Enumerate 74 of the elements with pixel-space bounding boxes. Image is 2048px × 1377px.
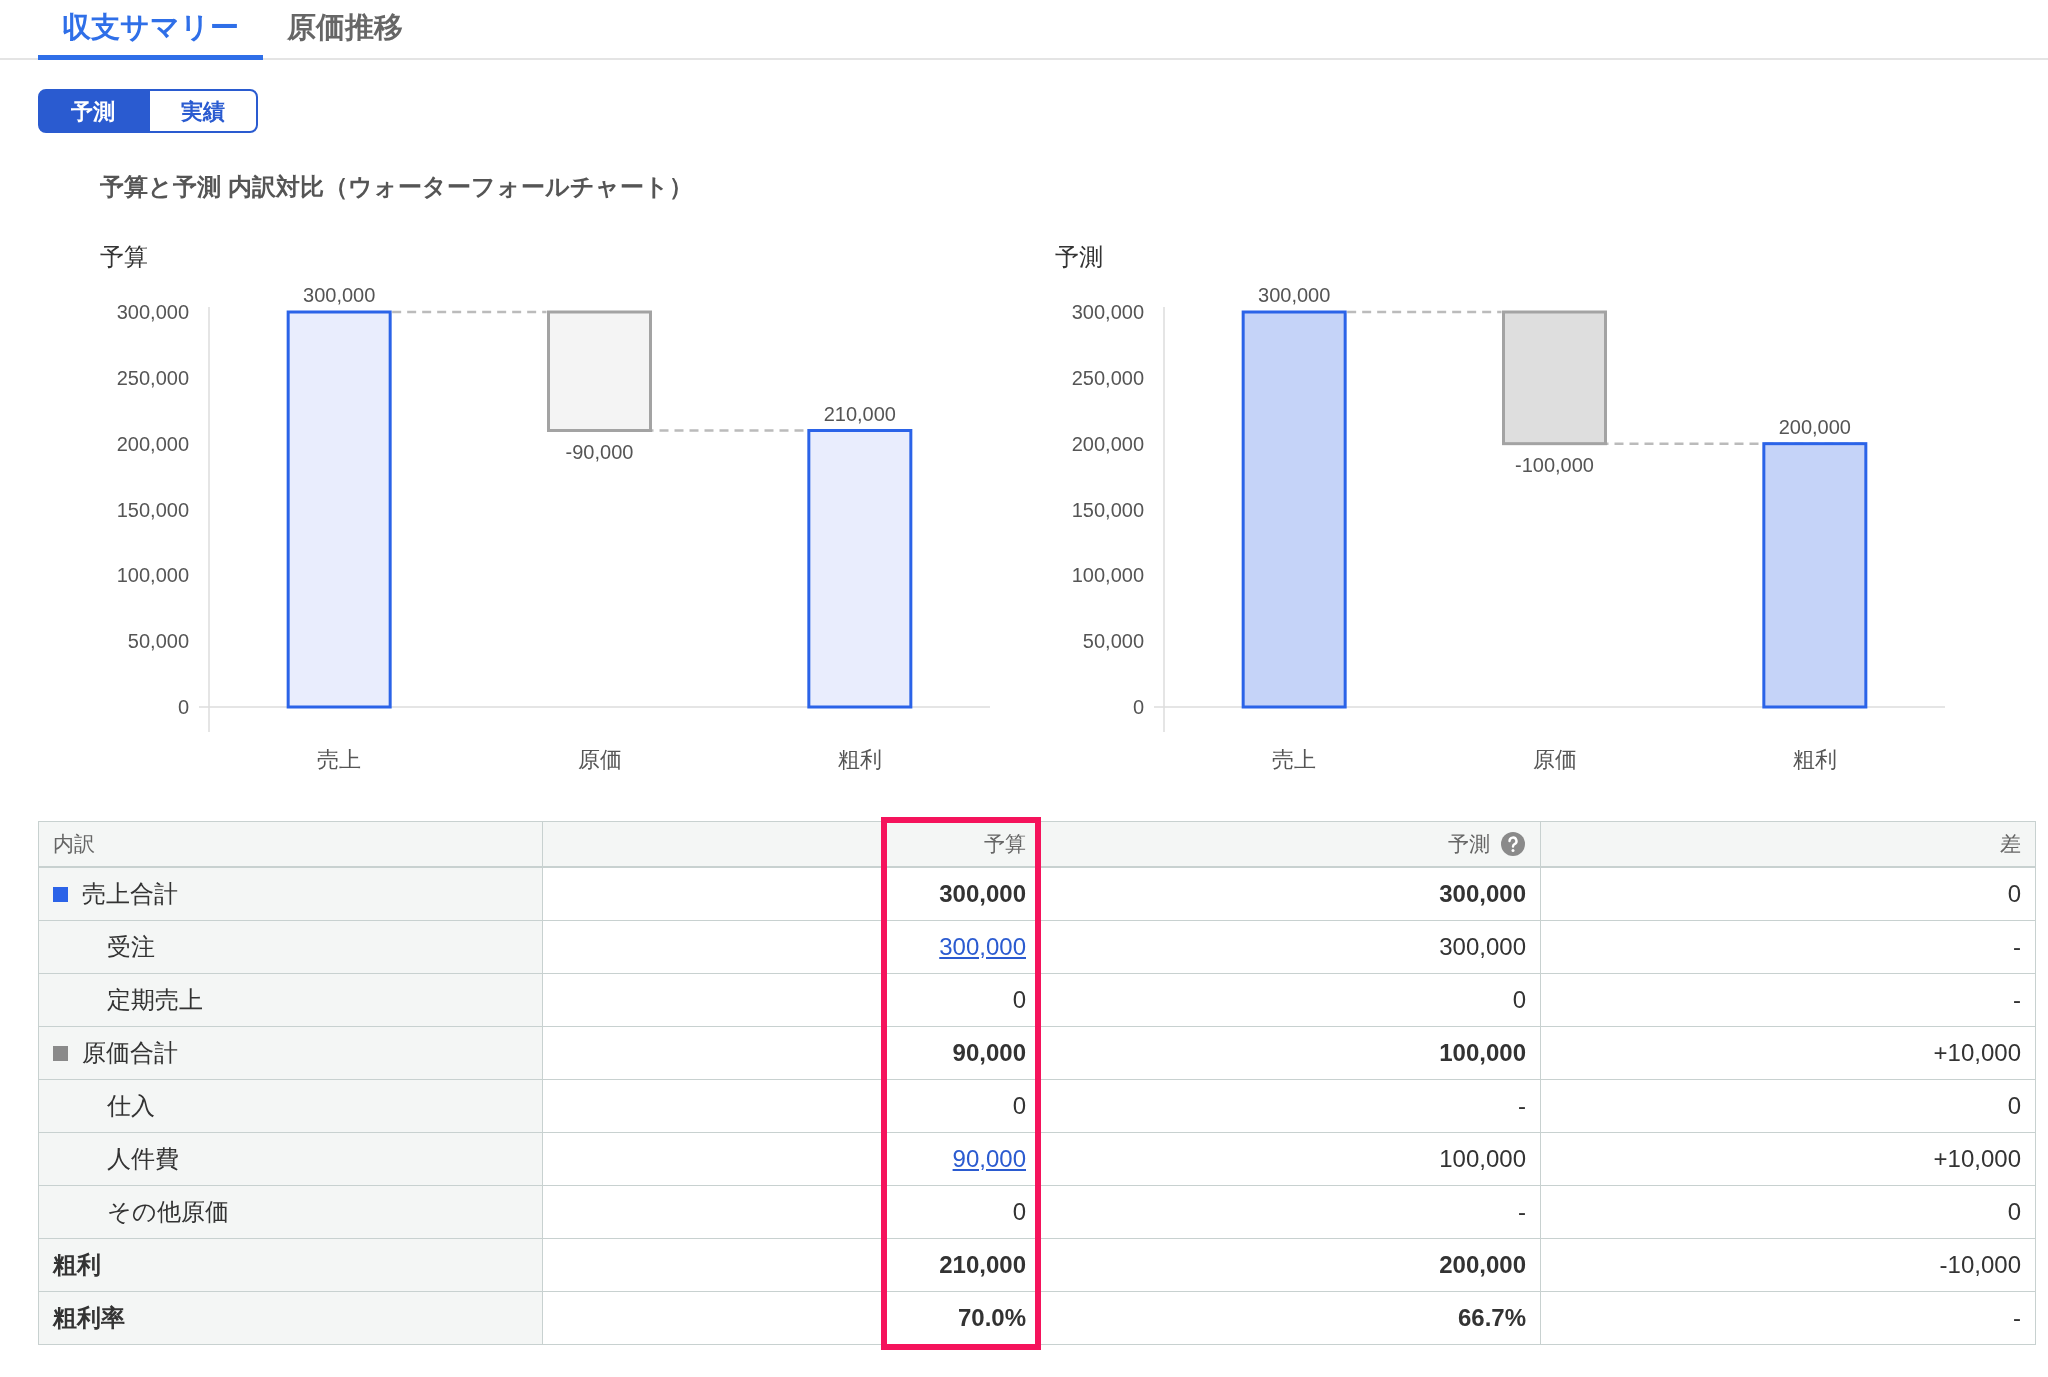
row-label: 仕入 [107, 1091, 155, 1121]
table-cell-text: 0 [1012, 1197, 1026, 1227]
table-cell-text: - [1518, 1091, 1526, 1121]
table-cell-text: 0 [1512, 985, 1526, 1015]
header-label: 予算 [984, 831, 1026, 858]
axis-tick-label: 100,000 [1071, 564, 1144, 587]
table-cell-text: - [2013, 1303, 2021, 1333]
table-cell-text: 90,000 [952, 1038, 1026, 1068]
axis-tick-label: 150,000 [116, 498, 189, 521]
section-title: 予算と予測 内訳対比（ウォーターフォールチャート） [100, 172, 693, 202]
tab[interactable]: 収支サマリー [38, 0, 263, 60]
axis-tick-label: 100,000 [116, 564, 189, 587]
category-label: 原価 [1532, 747, 1577, 772]
table-cell-text: - [2013, 985, 2021, 1015]
segment-button[interactable]: 予測 [38, 89, 148, 133]
help-icon[interactable] [1500, 831, 1526, 857]
table-cell-text: 300,000 [1439, 879, 1526, 909]
header-label: 内訳 [53, 831, 95, 858]
table-cell-text: 300,000 [939, 879, 1026, 909]
table-cell-text: 100,000 [1439, 1144, 1526, 1174]
row-label: 粗利率 [53, 1303, 125, 1333]
chart-title: 予測 [1055, 242, 1103, 272]
chart-title: 予算 [100, 242, 148, 272]
axis-tick-label: 150,000 [1071, 498, 1144, 521]
axis-tick-label: 0 [1132, 696, 1144, 718]
row-label: 売上合計 [82, 879, 178, 909]
table-cell-text: 0 [2007, 1091, 2021, 1121]
data-label: -100,000 [1515, 453, 1594, 476]
category-label: 売上 [317, 747, 362, 772]
header-label: 予測 [1448, 831, 1490, 858]
category-label: 売上 [1272, 747, 1317, 772]
table-cell-text: 0 [1012, 1091, 1026, 1121]
axis-tick-label: 300,000 [1071, 301, 1144, 323]
table-cell-text: 0 [2007, 1197, 2021, 1227]
category-label: 粗利 [1792, 747, 1837, 772]
axis-tick-label: 0 [177, 696, 189, 718]
row-label: 粗利 [53, 1250, 101, 1280]
data-label: 300,000 [1258, 284, 1331, 306]
axis-tick-label: 250,000 [116, 366, 189, 389]
tab[interactable]: 原価推移 [263, 0, 427, 60]
table-cell-text: 300,000 [1439, 932, 1526, 962]
row-label: その他原価 [107, 1197, 229, 1227]
table-cell-text: 210,000 [939, 1250, 1026, 1280]
table-cell-text: +10,000 [1933, 1144, 2021, 1174]
data-label: 200,000 [1778, 415, 1851, 438]
row-label: 受注 [107, 932, 155, 962]
table-cell-text: -10,000 [1939, 1250, 2021, 1280]
axis-tick-label: 200,000 [116, 432, 189, 455]
axis-tick-label: 250,000 [1071, 366, 1144, 389]
table-cell-text: 0 [1012, 985, 1026, 1015]
row-label: 人件費 [107, 1144, 179, 1174]
segment-button[interactable]: 実績 [148, 89, 258, 133]
table-cell-text: 70.0% [957, 1303, 1026, 1333]
axis-tick-label: 50,000 [127, 630, 189, 653]
data-label: 300,000 [303, 284, 376, 306]
table-cell-text: 200,000 [1439, 1250, 1526, 1280]
table-cell-text: - [2013, 932, 2021, 962]
category-label: 粗利 [837, 747, 882, 772]
row-label: 原価合計 [82, 1038, 178, 1068]
value-link[interactable]: 90,000 [952, 1141, 1026, 1177]
data-label: 210,000 [823, 402, 896, 425]
row-label: 定期売上 [107, 985, 203, 1015]
value-link[interactable]: 300,000 [939, 929, 1026, 965]
table-cell-text: 66.7% [1457, 1303, 1526, 1333]
data-label: -90,000 [565, 440, 634, 463]
table-cell-text: 0 [2007, 879, 2021, 909]
table-cell-text: - [1518, 1197, 1526, 1227]
axis-tick-label: 300,000 [116, 301, 189, 323]
axis-tick-label: 200,000 [1071, 432, 1144, 455]
table-cell-text: +10,000 [1933, 1038, 2021, 1068]
axis-tick-label: 50,000 [1082, 630, 1144, 653]
table-cell-text: 100,000 [1439, 1038, 1526, 1068]
header-label: 差 [2000, 831, 2021, 858]
category-label: 原価 [577, 747, 622, 772]
